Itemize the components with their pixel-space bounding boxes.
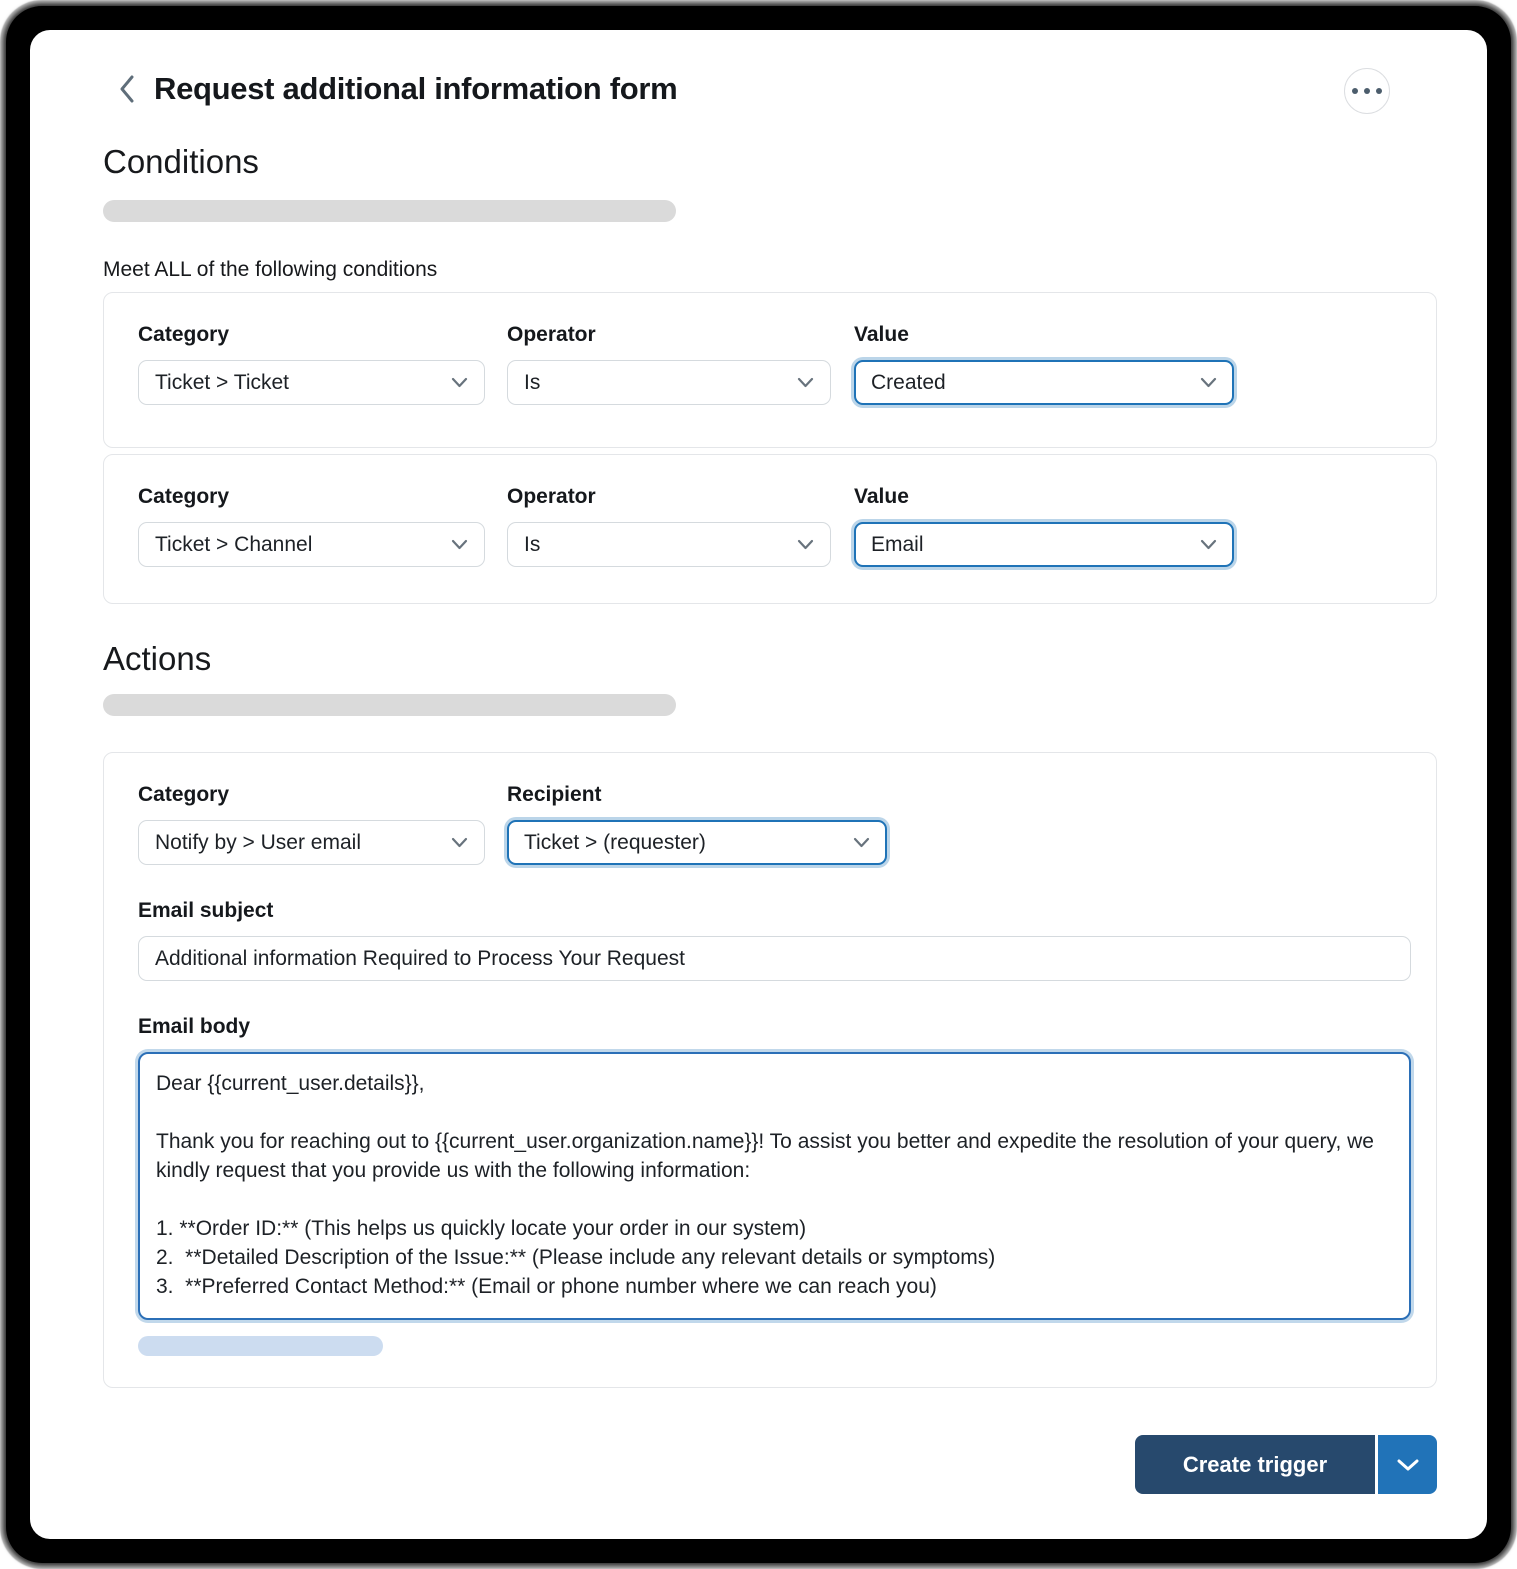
trigger-form-page: Request additional information form Cond… <box>30 30 1487 1539</box>
chevron-down-icon <box>451 837 468 848</box>
condition-2-category-value: Ticket > Channel <box>155 532 313 556</box>
page-header: Request additional information form <box>110 68 1397 114</box>
action-recipient-select[interactable]: Ticket > (requester) <box>507 820 887 865</box>
chevron-down-icon <box>1200 539 1217 550</box>
chevron-left-icon <box>120 75 134 103</box>
category-label: Category <box>138 485 230 508</box>
email-body-textarea[interactable]: Dear {{current_user.details}}, Thank you… <box>138 1052 1411 1320</box>
email-body-skeleton-bar <box>138 1336 383 1356</box>
overflow-menu-button[interactable] <box>1344 68 1390 114</box>
email-subject-label: Email subject <box>138 899 274 922</box>
action-recipient-value: Ticket > (requester) <box>524 830 706 854</box>
page-title: Request additional information form <box>154 71 678 106</box>
condition-card-2: Category Ticket > Channel Operator Is Va… <box>103 454 1437 604</box>
condition-1-operator-value: Is <box>524 370 541 394</box>
ellipsis-icon <box>1352 88 1358 94</box>
condition-1-category-select[interactable]: Ticket > Ticket <box>138 360 485 405</box>
operator-label: Operator <box>507 485 596 508</box>
action-category-value: Notify by > User email <box>155 830 361 854</box>
value-label: Value <box>854 485 909 508</box>
condition-1-value-value: Created <box>871 370 946 394</box>
condition-2-value-value: Email <box>871 532 924 556</box>
category-label: Category <box>138 323 230 346</box>
chevron-down-icon <box>451 539 468 550</box>
conditions-skeleton-bar <box>103 200 676 222</box>
email-subject-input[interactable] <box>138 936 1411 981</box>
condition-card-1: Category Ticket > Ticket Operator Is Val… <box>103 292 1437 448</box>
footer-actions: Create trigger <box>1135 1435 1437 1494</box>
chevron-down-icon <box>797 539 814 550</box>
condition-2-operator-value: Is <box>524 532 541 556</box>
condition-1-category-value: Ticket > Ticket <box>155 370 290 394</box>
operator-label: Operator <box>507 323 596 346</box>
create-trigger-button[interactable]: Create trigger <box>1135 1435 1375 1494</box>
condition-2-operator-select[interactable]: Is <box>507 522 831 567</box>
chevron-down-icon <box>797 377 814 388</box>
actions-heading: Actions <box>103 640 212 677</box>
screenshot-canvas: Request additional information form Cond… <box>0 0 1517 1569</box>
conditions-heading: Conditions <box>103 143 259 180</box>
action-category-select[interactable]: Notify by > User email <box>138 820 485 865</box>
create-trigger-dropdown-button[interactable] <box>1378 1435 1437 1494</box>
chevron-down-icon <box>853 837 870 848</box>
back-button[interactable] <box>110 70 144 108</box>
condition-2-value-select[interactable]: Email <box>854 522 1234 567</box>
condition-1-value-select[interactable]: Created <box>854 360 1234 405</box>
value-label: Value <box>854 323 909 346</box>
conditions-subheading: Meet ALL of the following conditions <box>103 258 438 281</box>
condition-1-operator-select[interactable]: Is <box>507 360 831 405</box>
chevron-down-icon <box>451 377 468 388</box>
actions-skeleton-bar <box>103 694 676 716</box>
email-body-label: Email body <box>138 1015 251 1038</box>
chevron-down-icon <box>1397 1459 1418 1470</box>
condition-2-category-select[interactable]: Ticket > Channel <box>138 522 485 567</box>
chevron-down-icon <box>1200 377 1217 388</box>
category-label: Category <box>138 783 230 806</box>
action-card: Category Notify by > User email Recipien… <box>103 752 1437 1388</box>
recipient-label: Recipient <box>507 783 602 806</box>
